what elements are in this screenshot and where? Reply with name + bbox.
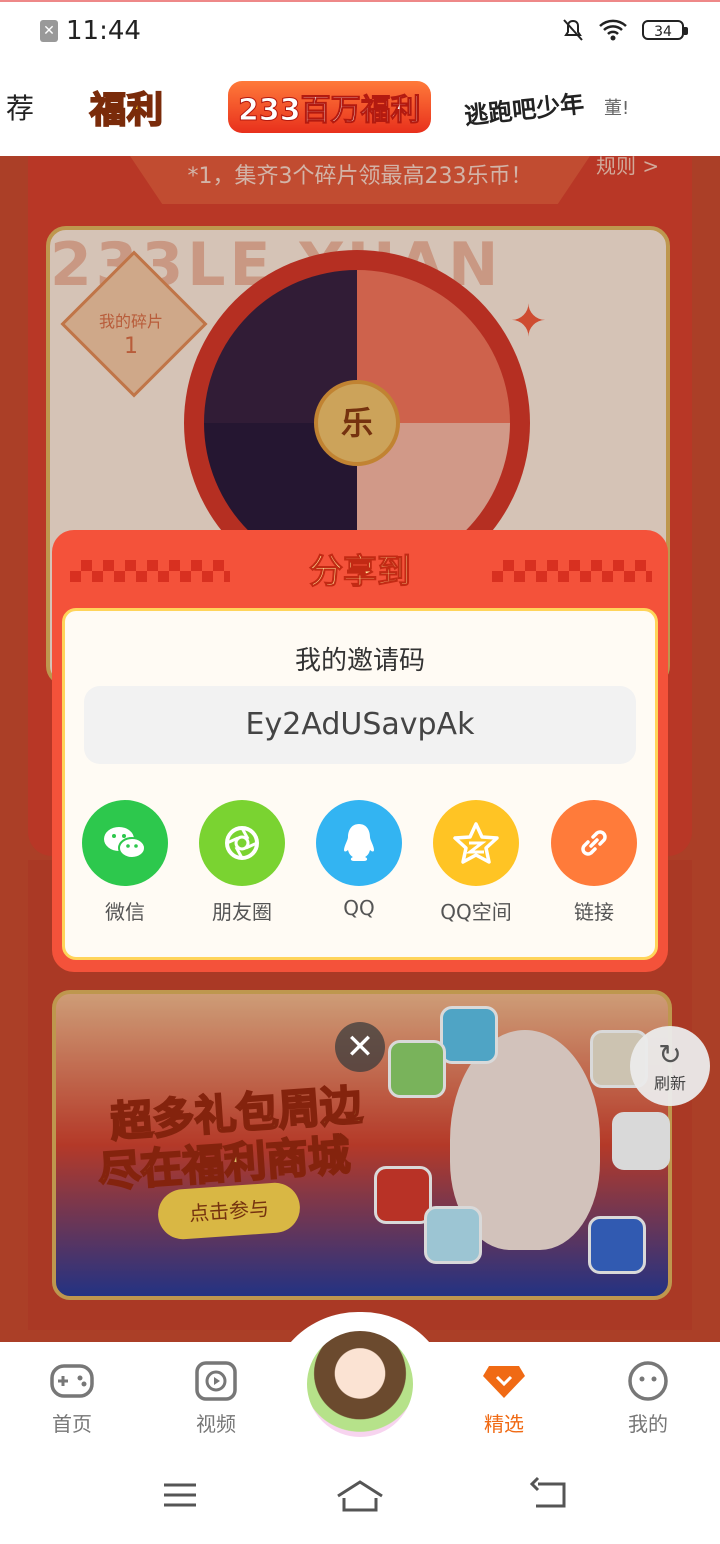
- tab-recommend[interactable]: 荐: [6, 58, 34, 156]
- share-wechat-button[interactable]: 微信: [70, 800, 180, 925]
- gem-icon: [483, 1366, 525, 1398]
- face-icon: [628, 1361, 668, 1401]
- tab-taopao[interactable]: 逃跑吧少年: [463, 58, 586, 156]
- menu-icon[interactable]: [150, 1470, 210, 1520]
- battery-icon: 34: [642, 20, 688, 40]
- video-play-icon: [195, 1361, 237, 1401]
- share-qq-label: QQ: [343, 896, 375, 920]
- nav-mine-label: 我的: [628, 1412, 668, 1436]
- tab-recommend-label: 荐: [6, 92, 35, 125]
- tab-233-logo: 233百万福利: [228, 81, 431, 133]
- gamepad-icon: [50, 1364, 94, 1398]
- tab-fuli[interactable]: 福利: [89, 58, 165, 156]
- share-dialog-title: 分享到: [309, 552, 412, 593]
- share-moments-label: 朋友圈: [212, 900, 272, 924]
- nav-video-label: 视频: [196, 1412, 236, 1436]
- share-qq-button[interactable]: QQ: [304, 800, 414, 920]
- wifi-icon: [599, 19, 627, 41]
- status-bar: ✕ 11:44 34: [0, 0, 720, 58]
- tab-233-fuli[interactable]: 233百万福利: [228, 58, 431, 156]
- mute-icon: [563, 19, 583, 41]
- invite-code-label: 我的邀请码: [294, 646, 425, 676]
- tab-fuli-logo: 福利: [89, 89, 165, 132]
- status-time: 11:44: [66, 16, 141, 46]
- refresh-icon: ↻: [658, 1038, 682, 1071]
- tab-taopao-logo: 逃跑吧少年: [463, 89, 586, 130]
- link-icon: [551, 800, 637, 886]
- tab-partial[interactable]: 董!: [604, 58, 629, 156]
- wechat-icon: [82, 800, 168, 886]
- nav-video[interactable]: 视频: [161, 1360, 271, 1437]
- qq-icon: [316, 800, 402, 886]
- status-icons: 34: [562, 18, 688, 42]
- tab-partial-label: 董!: [604, 98, 630, 119]
- share-qzone-button[interactable]: QQ空间: [421, 800, 531, 925]
- home-icon[interactable]: [330, 1470, 390, 1520]
- nav-featured[interactable]: 精选: [449, 1360, 559, 1437]
- qzone-icon: [433, 800, 519, 886]
- nav-mine[interactable]: 我的: [593, 1360, 703, 1437]
- refresh-button[interactable]: ↻ 刷新: [630, 1026, 710, 1106]
- share-link-button[interactable]: 链接: [539, 800, 649, 925]
- nav-featured-label: 精选: [484, 1412, 524, 1436]
- share-moments-button[interactable]: 朋友圈: [187, 800, 297, 925]
- moments-icon: [199, 800, 285, 886]
- share-wechat-label: 微信: [105, 900, 145, 924]
- nav-home-label: 首页: [52, 1412, 92, 1436]
- dialog-decoration-left: [70, 560, 230, 582]
- share-qzone-label: QQ空间: [440, 900, 512, 924]
- top-tab-bar: 荐 福利 233百万福利 逃跑吧少年 董!: [0, 58, 720, 156]
- back-icon[interactable]: [520, 1470, 580, 1520]
- close-icon[interactable]: ✕: [335, 1022, 385, 1072]
- share-link-label: 链接: [574, 900, 614, 924]
- dialog-decoration-right: [492, 560, 652, 582]
- nav-home[interactable]: 首页: [17, 1360, 127, 1437]
- refresh-label: 刷新: [653, 1074, 686, 1093]
- avatar[interactable]: [304, 1328, 416, 1440]
- notification-icon: ✕: [40, 20, 58, 42]
- invite-code-field[interactable]: Ey2AdUSavpAk: [84, 686, 636, 764]
